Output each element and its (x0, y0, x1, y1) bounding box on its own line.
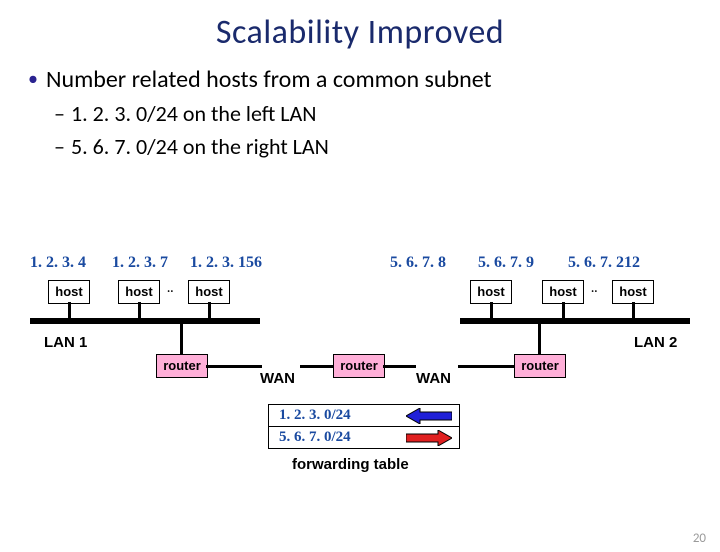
sub-bullet-2-text: 5. 6. 7. 0/24 on the right LAN (71, 133, 329, 160)
wan-link (383, 365, 416, 368)
forwarding-table-caption: forwarding table (292, 456, 409, 473)
wire (632, 302, 635, 318)
sub-bullet-1: –1. 2. 3. 0/24 on the left LAN (54, 100, 720, 127)
ip-left-2: 1. 2. 3. 7 (112, 254, 168, 272)
host-box: host (48, 280, 90, 304)
ellipsis-icon: .. (167, 282, 173, 296)
arrow-left-icon (399, 408, 459, 424)
ellipsis-icon: .. (591, 282, 597, 296)
page-title: Scalability Improved (0, 12, 720, 53)
wire (208, 302, 211, 318)
wire (562, 302, 565, 318)
wire (538, 324, 541, 354)
lan-1-label: LAN 1 (44, 334, 87, 351)
router-box: router (333, 354, 385, 378)
wan-label: WAN (416, 370, 451, 387)
wire (180, 324, 183, 354)
bullet-text: Number related hosts from a common subne… (46, 65, 492, 94)
wire (138, 302, 141, 318)
router-box: router (156, 354, 208, 378)
bullet-dot-icon: • (28, 65, 38, 93)
ip-left-3: 1. 2. 3. 156 (190, 254, 262, 272)
sub-bullet-1-text: 1. 2. 3. 0/24 on the left LAN (71, 100, 316, 127)
fwd-prefix-2: 5. 6. 7. 0/24 (269, 427, 399, 448)
router-box: router (514, 354, 566, 378)
fwd-prefix-1: 1. 2. 3. 0/24 (269, 405, 399, 426)
ip-right-3: 5. 6. 7. 212 (568, 254, 640, 272)
wire (490, 302, 493, 318)
wan-link (300, 365, 333, 368)
wan-link (458, 365, 514, 368)
ip-left-1: 1. 2. 3. 4 (30, 254, 86, 272)
host-box: host (470, 280, 512, 304)
host-box: host (612, 280, 654, 304)
host-box: host (542, 280, 584, 304)
arrow-right-icon (399, 430, 459, 446)
host-box: host (188, 280, 230, 304)
forwarding-table: 1. 2. 3. 0/24 5. 6. 7. 0/24 (268, 404, 460, 449)
ip-right-1: 5. 6. 7. 8 (390, 254, 446, 272)
ip-right-2: 5. 6. 7. 9 (478, 254, 534, 272)
network-diagram: 1. 2. 3. 4 1. 2. 3. 7 1. 2. 3. 156 host … (0, 252, 720, 512)
wan-link (206, 365, 262, 368)
wire (68, 302, 71, 318)
host-box: host (118, 280, 160, 304)
lan-2-label: LAN 2 (634, 334, 677, 351)
sub-bullet-2: –5. 6. 7. 0/24 on the right LAN (54, 133, 720, 160)
bus-segment (460, 318, 690, 324)
wan-label: WAN (260, 370, 295, 387)
bus-segment (30, 318, 260, 324)
bullet-list: • Number related hosts from a common sub… (28, 65, 720, 160)
table-row: 1. 2. 3. 0/24 (269, 405, 459, 427)
table-row: 5. 6. 7. 0/24 (269, 427, 459, 448)
page-number: 20 (693, 531, 706, 546)
